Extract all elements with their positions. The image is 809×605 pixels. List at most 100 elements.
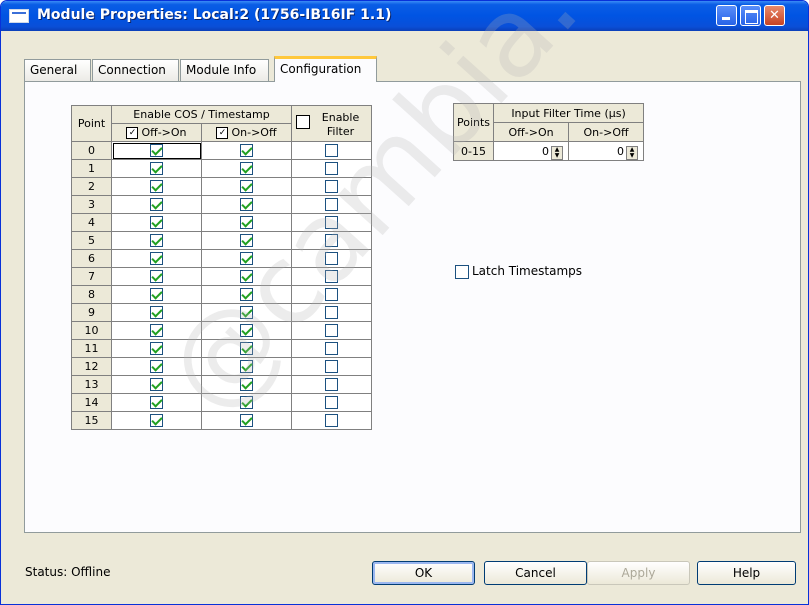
filter-cell[interactable] [291,267,372,286]
filter-cell[interactable] [291,375,372,394]
filter-cell[interactable] [291,321,372,340]
on-off-checkbox[interactable] [240,270,253,284]
tab-configuration[interactable]: Configuration [274,56,377,82]
title-bar[interactable]: Module Properties: Local:2 (1756-IB16IF … [1,1,808,31]
off-on-checkbox[interactable] [150,324,163,338]
on-off-checkbox[interactable] [240,288,253,302]
filter-cell[interactable] [291,141,372,160]
on-off-all-checkbox[interactable]: ✓ [216,127,229,139]
ok-button[interactable]: OK [372,561,475,585]
latch-timestamps-option[interactable]: Latch Timestamps [455,264,582,279]
enable-filter-checkbox[interactable] [325,324,338,338]
filter-cell[interactable] [291,159,372,178]
filter-cell[interactable] [291,285,372,304]
off-on-cell[interactable] [111,357,202,376]
filter-cell[interactable] [291,195,372,214]
enable-filter-checkbox[interactable] [325,306,338,320]
off-on-cell[interactable] [111,375,202,394]
apply-button[interactable]: Apply [587,561,690,585]
off-on-cell[interactable] [111,393,202,412]
tab-module-info[interactable]: Module Info [180,59,269,81]
on-off-cell[interactable] [201,159,292,178]
off-on-checkbox[interactable] [150,216,163,230]
on-off-cell[interactable] [201,411,292,430]
filter-cell[interactable] [291,393,372,412]
off-on-all-checkbox[interactable]: ✓ [126,127,139,139]
off-on-checkbox[interactable] [150,162,163,176]
off-on-cell[interactable] [111,339,202,358]
off-on-checkbox[interactable] [150,270,163,284]
filter-cell[interactable] [291,357,372,376]
enable-filter-checkbox[interactable] [325,360,338,374]
on-off-checkbox[interactable] [240,180,253,194]
enable-filter-checkbox[interactable] [325,342,338,356]
off-on-checkbox[interactable] [150,360,163,374]
off-on-cell[interactable] [111,249,202,268]
enable-filter-checkbox[interactable] [325,162,338,176]
enable-filter-checkbox[interactable] [325,198,338,212]
enable-filter-checkbox[interactable] [325,414,338,428]
on-off-checkbox[interactable] [240,324,253,338]
off-on-cell[interactable] [111,231,202,250]
off-on-checkbox[interactable] [150,378,163,392]
off-on-checkbox[interactable] [150,144,163,158]
on-off-cell[interactable] [201,339,292,358]
off-on-cell[interactable] [111,321,202,340]
off-on-cell[interactable] [111,267,202,286]
on-off-checkbox[interactable] [240,216,253,230]
filter-cell[interactable] [291,339,372,358]
filter-cell[interactable] [291,303,372,322]
on-off-cell[interactable] [201,141,292,160]
filter-cell[interactable] [291,213,372,232]
on-off-cell[interactable] [201,303,292,322]
close-button[interactable]: ✕ [764,5,785,26]
on-off-checkbox[interactable] [240,414,253,428]
off-on-checkbox[interactable] [150,414,163,428]
on-off-checkbox[interactable] [240,144,253,158]
on-off-cell[interactable] [201,267,292,286]
off-on-cell[interactable] [111,177,202,196]
off-on-cell[interactable] [111,159,202,178]
on-off-cell[interactable] [201,357,292,376]
help-button[interactable]: Help [697,561,796,585]
off-on-checkbox[interactable] [150,252,163,266]
off-on-checkbox[interactable] [150,180,163,194]
off-on-checkbox[interactable] [150,306,163,320]
off-on-checkbox[interactable] [150,234,163,248]
on-off-filter-spinner[interactable]: 0 ▲ ▼ [568,141,645,161]
filter-cell[interactable] [291,231,372,250]
enable-filter-checkbox[interactable] [325,378,338,392]
on-off-cell[interactable] [201,213,292,232]
on-off-checkbox[interactable] [240,360,253,374]
maximize-button[interactable] [740,5,761,26]
header-enable-filter[interactable]: Enable Filter [291,105,372,142]
on-off-cell[interactable] [201,195,292,214]
on-off-checkbox[interactable] [240,252,253,266]
enable-filter-checkbox[interactable] [325,396,338,410]
off-on-cell[interactable] [111,141,202,160]
header-off-on[interactable]: ✓ Off->On [111,123,202,142]
enable-filter-all-checkbox[interactable] [296,114,310,129]
on-off-checkbox[interactable] [240,378,253,392]
off-on-cell[interactable] [111,411,202,430]
on-off-cell[interactable] [201,393,292,412]
on-off-checkbox[interactable] [240,306,253,320]
on-off-checkbox[interactable] [240,342,253,356]
enable-filter-checkbox[interactable] [325,288,338,302]
enable-filter-checkbox[interactable] [325,270,338,284]
cancel-button[interactable]: Cancel [484,561,587,585]
off-on-cell[interactable] [111,213,202,232]
on-off-checkbox[interactable] [240,198,253,212]
enable-filter-checkbox[interactable] [325,144,338,158]
on-off-cell[interactable] [201,231,292,250]
off-on-filter-spinner[interactable]: 0 ▲ ▼ [493,141,570,161]
off-on-checkbox[interactable] [150,288,163,302]
enable-filter-checkbox[interactable] [325,234,338,248]
spin-arrows-icon[interactable]: ▲ ▼ [626,145,639,160]
spin-arrows-icon[interactable]: ▲ ▼ [551,145,564,160]
tab-connection[interactable]: Connection [92,59,179,81]
on-off-cell[interactable] [201,321,292,340]
off-on-checkbox[interactable] [150,198,163,212]
off-on-cell[interactable] [111,303,202,322]
on-off-cell[interactable] [201,375,292,394]
